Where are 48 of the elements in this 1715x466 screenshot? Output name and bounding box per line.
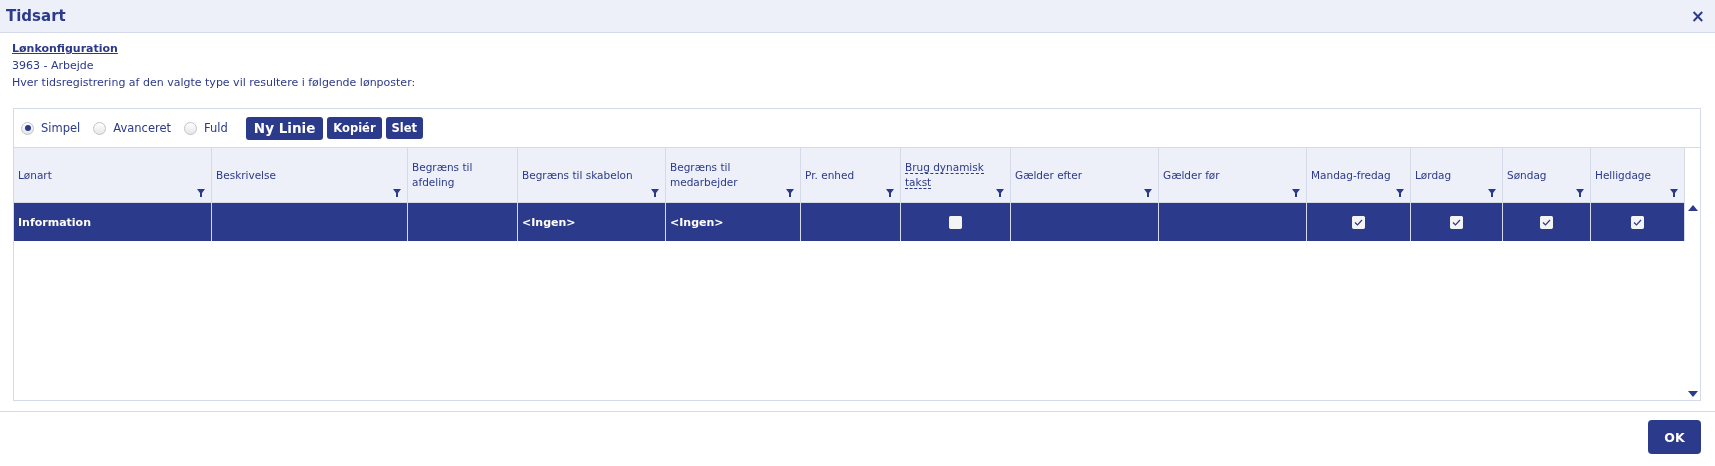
filter-icon[interactable] bbox=[886, 189, 894, 197]
filter-icon[interactable] bbox=[1396, 189, 1404, 197]
table-row[interactable]: Information <Ingen> <Ingen> bbox=[14, 203, 1685, 241]
scroll-down-icon[interactable] bbox=[1687, 390, 1698, 398]
checkbox[interactable] bbox=[1540, 215, 1553, 229]
column-header[interactable]: Mandag-fredag bbox=[1311, 167, 1393, 183]
filter-icon[interactable] bbox=[996, 189, 1004, 197]
mode-radio[interactable]: Fuld bbox=[184, 121, 228, 135]
column-header[interactable]: Søndag bbox=[1507, 167, 1549, 183]
description-text: Hver tidsregistrering af den valgte type vil resultere i følgende lønposter: bbox=[12, 76, 417, 90]
filter-icon[interactable] bbox=[1292, 189, 1300, 197]
column-header[interactable]: Begræns til skabelon bbox=[522, 167, 635, 183]
filter-icon[interactable] bbox=[1576, 189, 1584, 197]
filter-icon[interactable] bbox=[197, 189, 205, 197]
column-header[interactable]: Gælder efter bbox=[1015, 167, 1084, 183]
scroll-up-icon[interactable] bbox=[1687, 204, 1698, 212]
filter-icon[interactable] bbox=[1670, 189, 1678, 197]
filter-icon[interactable] bbox=[786, 189, 794, 197]
toolbar-button[interactable]: Ny Linie bbox=[245, 116, 324, 140]
wage-type-code: 3963 - Arbejde bbox=[12, 59, 95, 73]
config-link[interactable]: Lønkonfiguration bbox=[12, 42, 118, 56]
checkbox[interactable] bbox=[1352, 215, 1365, 229]
mode-radio[interactable]: Avanceret bbox=[93, 121, 172, 135]
toolbar-button[interactable]: Slet bbox=[385, 117, 424, 139]
window-title: Tidsart bbox=[6, 7, 66, 25]
column-header[interactable]: Brug dynamisk takst bbox=[905, 160, 1006, 190]
table-cell: <Ingen> bbox=[522, 215, 576, 229]
filter-icon[interactable] bbox=[393, 189, 401, 197]
checkbox[interactable] bbox=[949, 215, 962, 229]
column-header[interactable]: Begræns til afdeling bbox=[412, 160, 513, 190]
column-header[interactable]: Gælder før bbox=[1163, 167, 1222, 183]
column-header[interactable]: Pr. enhed bbox=[805, 167, 857, 183]
checkbox[interactable] bbox=[1631, 215, 1644, 229]
table-cell: <Ingen> bbox=[670, 215, 724, 229]
toolbar-button[interactable]: Kopiér bbox=[327, 117, 382, 139]
table-cell: Information bbox=[18, 215, 91, 229]
column-header[interactable]: Lønart bbox=[18, 167, 54, 183]
close-button[interactable]: × bbox=[1688, 6, 1707, 26]
column-header[interactable]: Lørdag bbox=[1415, 167, 1454, 183]
filter-icon[interactable] bbox=[651, 189, 659, 197]
filter-icon[interactable] bbox=[1488, 189, 1496, 197]
column-header[interactable]: Helligdage bbox=[1595, 167, 1653, 183]
mode-radio[interactable]: Simpel bbox=[21, 121, 81, 135]
checkbox[interactable] bbox=[1450, 215, 1463, 229]
column-header[interactable]: Beskrivelse bbox=[216, 167, 278, 183]
ok-button[interactable]: OK bbox=[1648, 420, 1701, 454]
filter-icon[interactable] bbox=[1144, 189, 1152, 197]
column-header[interactable]: Begræns til medarbejder bbox=[670, 160, 796, 190]
